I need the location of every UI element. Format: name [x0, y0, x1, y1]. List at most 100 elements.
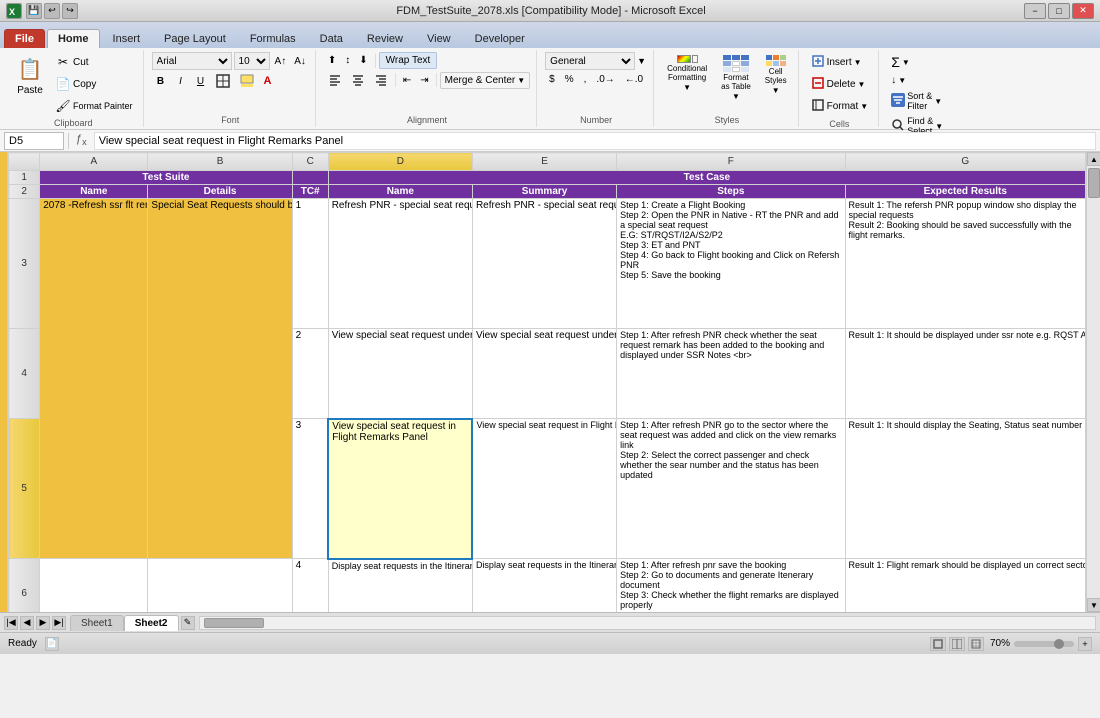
find-select-dropdown[interactable]: ▼	[935, 122, 943, 131]
sort-filter-dropdown[interactable]: ▼	[934, 97, 942, 106]
scroll-down-button[interactable]: ▼	[1087, 598, 1100, 612]
cell-A6[interactable]	[40, 559, 148, 613]
sheet-nav-first[interactable]: |◀	[4, 616, 18, 630]
underline-button[interactable]: U	[192, 74, 210, 89]
decimal-increase-button[interactable]: .0→	[592, 72, 618, 87]
save-icon[interactable]: 💾	[26, 3, 42, 19]
delete-button[interactable]: Delete ▼	[807, 74, 873, 95]
page-break-view-button[interactable]	[968, 637, 984, 651]
fill-color-button[interactable]	[236, 72, 258, 90]
close-button[interactable]: ✕	[1072, 3, 1094, 19]
col-expected-header[interactable]: Expected Results	[845, 185, 1085, 199]
wrap-text-button[interactable]: Wrap Text	[379, 52, 438, 69]
sheet-nav-prev[interactable]: ◀	[20, 616, 34, 630]
cell-E6[interactable]: Display seat requests in the Itinerary D…	[472, 559, 616, 613]
cell-G4[interactable]: Result 1: It should be displayed under s…	[845, 329, 1085, 419]
window-controls[interactable]: − □ ✕	[1024, 3, 1094, 19]
page-layout-view-button[interactable]	[949, 637, 965, 651]
indent-increase-button[interactable]: ⇥	[416, 73, 432, 88]
cell-G6[interactable]: Result 1: Flight remark should be displa…	[845, 559, 1085, 613]
sheet-nav-next[interactable]: ▶	[36, 616, 50, 630]
align-middle-button[interactable]: ↕	[341, 53, 354, 68]
paste-button[interactable]: 📋 Paste	[10, 52, 50, 110]
cell-D3[interactable]: Refresh PNR - special seat request	[328, 199, 472, 329]
cell-A3[interactable]: 2078 -Refresh ssr flt remarks	[40, 199, 148, 559]
bold-button[interactable]: B	[152, 74, 170, 89]
horizontal-scroll-thumb[interactable]	[204, 618, 264, 628]
comma-button[interactable]: ,	[580, 72, 591, 87]
align-right-button[interactable]	[370, 71, 392, 89]
col-header-E[interactable]: E	[472, 153, 616, 171]
font-family-select[interactable]: Arial	[152, 52, 232, 70]
zoom-slider[interactable]	[1014, 641, 1074, 647]
col-header-D[interactable]: D	[328, 153, 472, 171]
cell-C4[interactable]: 2	[292, 329, 328, 419]
border-button[interactable]	[212, 72, 234, 90]
redo-icon[interactable]: ↪	[62, 3, 78, 19]
tab-developer[interactable]: Developer	[464, 29, 536, 48]
vertical-scrollbar[interactable]: ▲ ▼	[1086, 152, 1100, 612]
align-left-button[interactable]	[324, 71, 346, 89]
indent-decrease-button[interactable]: ⇤	[399, 73, 415, 88]
horizontal-scrollbar[interactable]	[199, 616, 1097, 630]
align-center-button[interactable]	[347, 71, 369, 89]
tab-data[interactable]: Data	[309, 29, 354, 48]
col-header-C[interactable]: C	[292, 153, 328, 171]
col-tc-header[interactable]: TC#	[292, 185, 328, 199]
sort-filter-button[interactable]: Sort &Filter ▼	[887, 89, 947, 113]
fill-dropdown[interactable]: ▼	[898, 76, 906, 85]
number-format-dropdown-icon[interactable]: ▼	[637, 56, 646, 66]
font-size-decrease-button[interactable]: A↓	[291, 54, 309, 69]
maximize-button[interactable]: □	[1048, 3, 1070, 19]
insert-sheet-button[interactable]: ✎	[181, 616, 195, 630]
col-header-F[interactable]: F	[617, 153, 845, 171]
cell-reference-input[interactable]	[4, 132, 64, 150]
formula-input[interactable]	[94, 132, 1096, 150]
cell-D6[interactable]: Display seat requests in the Itinerary D…	[328, 559, 472, 613]
cell-B3[interactable]: Special Seat Requests should be able to …	[148, 199, 292, 559]
autosum-button[interactable]: Σ ▼	[887, 52, 947, 72]
align-bottom-button[interactable]: ⬇	[355, 53, 371, 68]
col-name2-header[interactable]: Name	[328, 185, 472, 199]
cell-C5[interactable]: 3	[292, 419, 328, 559]
cell-C6[interactable]: 4	[292, 559, 328, 613]
percent-button[interactable]: %	[561, 72, 578, 87]
format-as-table-dropdown[interactable]: ▼	[732, 92, 740, 101]
zoom-thumb[interactable]	[1054, 639, 1064, 649]
tab-review[interactable]: Review	[356, 29, 414, 48]
cell-F4[interactable]: Step 1: After refresh PNR check whether …	[617, 329, 845, 419]
cell-B6[interactable]	[148, 559, 292, 613]
scroll-thumb[interactable]	[1088, 168, 1100, 198]
cell-E5[interactable]: View special seat request in Flight Rema…	[472, 419, 616, 559]
tab-file[interactable]: File	[4, 29, 45, 48]
format-painter-button[interactable]: 🖌 Format Painter	[51, 96, 137, 116]
minimize-button[interactable]: −	[1024, 3, 1046, 19]
merge-center-button[interactable]: Merge & Center ▼	[440, 72, 531, 89]
number-format-select[interactable]: General	[545, 52, 635, 70]
tab-home[interactable]: Home	[47, 29, 100, 48]
col-details-header[interactable]: Details	[148, 185, 292, 199]
cell-G5[interactable]: Result 1: It should display the Seating,…	[845, 419, 1085, 559]
col-name-header[interactable]: Name	[40, 185, 148, 199]
cell-styles-dropdown[interactable]: ▼	[772, 86, 780, 95]
decimal-decrease-button[interactable]: ←.0	[621, 72, 647, 87]
cell-D5[interactable]: View special seat request in Flight Rema…	[328, 419, 472, 559]
cell-F6[interactable]: Step 1: After refresh pnr save the booki…	[617, 559, 845, 613]
conditional-formatting-button[interactable]: ConditionalFormatting ▼	[662, 52, 712, 95]
italic-button[interactable]: I	[172, 74, 190, 89]
format-as-table-button[interactable]: Formatas Table ▼	[716, 52, 756, 104]
insert-dropdown[interactable]: ▼	[854, 58, 862, 67]
normal-view-button[interactable]	[930, 637, 946, 651]
tab-page-layout[interactable]: Page Layout	[153, 29, 237, 48]
font-size-select[interactable]: 10	[234, 52, 270, 70]
cell-F3[interactable]: Step 1: Create a Flight Booking Step 2: …	[617, 199, 845, 329]
function-icon[interactable]: ƒx	[73, 133, 90, 147]
test-suite-header[interactable]: Test Suite	[40, 171, 292, 185]
quick-access-toolbar[interactable]: 💾 ↩ ↪	[26, 3, 78, 19]
delete-dropdown[interactable]: ▼	[858, 80, 866, 89]
col-header-B[interactable]: B	[148, 153, 292, 171]
copy-button[interactable]: 📄 Copy	[51, 74, 137, 94]
col-header-G[interactable]: G	[845, 153, 1085, 171]
autosum-dropdown[interactable]: ▼	[902, 58, 910, 67]
test-case-header[interactable]: Test Case	[328, 171, 1085, 185]
